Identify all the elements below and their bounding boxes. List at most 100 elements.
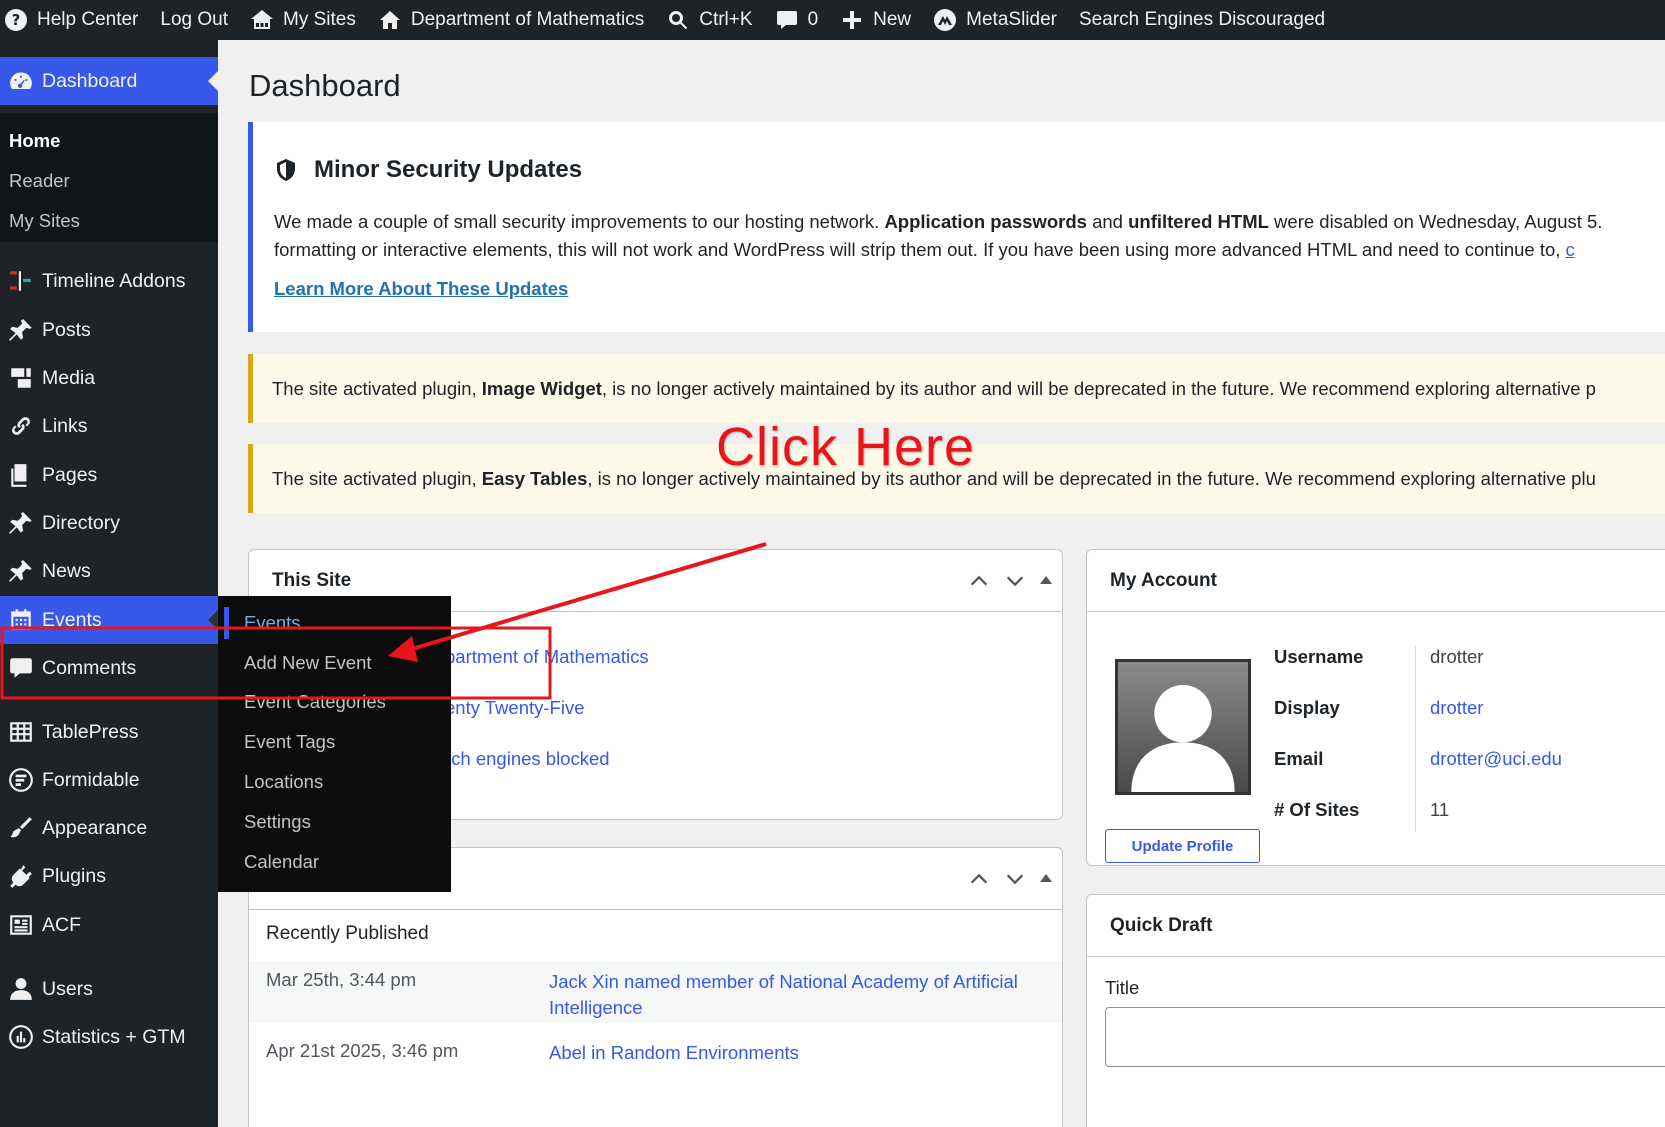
divider bbox=[1415, 646, 1416, 832]
search-button[interactable]: Ctrl+K bbox=[655, 0, 763, 40]
post-date: Apr 21st 2025, 3:46 pm bbox=[266, 1040, 459, 1061]
admin-bar: ? Help Center Log Out My Sites Departmen… bbox=[0, 0, 1665, 40]
main-content: Dashboard Minor Security Updates We made… bbox=[218, 40, 1665, 1127]
draft-title-input[interactable] bbox=[1105, 1007, 1665, 1067]
dashboard-submenu: Home Reader My Sites bbox=[0, 113, 218, 242]
home-icon bbox=[378, 8, 402, 32]
my-sites-icon bbox=[250, 8, 274, 32]
move-down-icon[interactable] bbox=[1004, 868, 1026, 890]
my-account-widget: My Account Username drotter Display drot… bbox=[1086, 549, 1665, 866]
email-label: Email bbox=[1274, 748, 1324, 769]
widget-controls bbox=[968, 868, 1052, 890]
flyout-item-add-new-event[interactable]: Add New Event bbox=[218, 643, 451, 683]
paintbrush-icon bbox=[0, 804, 42, 852]
sidebar-item-pages[interactable]: Pages bbox=[0, 451, 218, 499]
username-label: Username bbox=[1274, 646, 1364, 667]
flyout-item-event-tags[interactable]: Event Tags bbox=[218, 722, 451, 762]
table-icon bbox=[0, 708, 42, 756]
site-name-link[interactable]: Department of Mathematics bbox=[367, 0, 655, 40]
flyout-item-settings[interactable]: Settings bbox=[218, 802, 451, 842]
plugin-icon bbox=[0, 852, 42, 900]
sidebar-item-events[interactable]: Events bbox=[0, 596, 218, 644]
sidebar-item-users[interactable]: Users bbox=[0, 965, 218, 1013]
events-flyout-menu: Events Add New Event Event Categories Ev… bbox=[218, 596, 451, 892]
formidable-icon bbox=[0, 756, 42, 804]
flyout-item-events[interactable]: Events bbox=[218, 603, 451, 643]
statistics-icon bbox=[0, 1013, 42, 1061]
sidebar-item-timeline-addons[interactable]: Timeline Addons bbox=[0, 257, 218, 305]
notice-inline-link[interactable]: c bbox=[1566, 239, 1575, 260]
acf-icon bbox=[0, 901, 42, 949]
sidebar-item-formidable[interactable]: Formidable bbox=[0, 756, 218, 804]
username-value: drotter bbox=[1430, 646, 1484, 667]
collapse-icon[interactable] bbox=[1040, 874, 1052, 882]
sites-count-value: 11 bbox=[1430, 799, 1450, 820]
comment-icon bbox=[0, 644, 42, 692]
flyout-item-locations[interactable]: Locations bbox=[218, 762, 451, 802]
pushpin-icon bbox=[0, 306, 42, 354]
security-notice: Minor Security Updates We made a couple … bbox=[248, 122, 1665, 332]
quick-draft-widget: Quick Draft Title bbox=[1086, 894, 1665, 1127]
display-name-link[interactable]: drotter bbox=[1430, 697, 1483, 719]
sidebar-item-media[interactable]: Media bbox=[0, 354, 218, 402]
move-down-icon[interactable] bbox=[1004, 570, 1026, 592]
post-title-link[interactable]: Abel in Random Environments bbox=[549, 1040, 1039, 1066]
move-up-icon[interactable] bbox=[968, 570, 990, 592]
comment-icon bbox=[775, 8, 799, 32]
collapse-icon[interactable] bbox=[1040, 576, 1052, 584]
learn-more-link[interactable]: Learn More About These Updates bbox=[274, 278, 568, 300]
sidebar-item-tablepress[interactable]: TablePress bbox=[0, 708, 218, 756]
dashboard-icon bbox=[0, 57, 42, 105]
site-link-search-engines[interactable]: rch engines blocked bbox=[445, 748, 610, 770]
sidebar-item-directory[interactable]: Directory bbox=[0, 499, 218, 547]
notice-body: We made a couple of small security impro… bbox=[274, 211, 1603, 260]
sidebar-item-appearance[interactable]: Appearance bbox=[0, 804, 218, 852]
metaslider-icon bbox=[933, 8, 957, 32]
plugin-warning-image-widget: The site activated plugin, Image Widget,… bbox=[248, 354, 1665, 423]
email-link[interactable]: drotter@uci.edu bbox=[1430, 748, 1562, 770]
post-date: Mar 25th, 3:44 pm bbox=[266, 969, 417, 990]
site-link-theme[interactable]: enty Twenty-Five bbox=[445, 697, 585, 719]
sidebar-item-statistics[interactable]: Statistics + GTM bbox=[0, 1013, 218, 1061]
plus-icon bbox=[840, 8, 864, 32]
admin-sidebar: Dashboard Home Reader My Sites Timeline … bbox=[0, 40, 218, 1127]
my-sites-menu[interactable]: My Sites bbox=[239, 0, 367, 40]
logout-link[interactable]: Log Out bbox=[149, 0, 239, 40]
widget-header: My Account bbox=[1087, 550, 1665, 612]
widget-header: Quick Draft bbox=[1087, 895, 1665, 957]
help-icon: ? bbox=[4, 8, 28, 32]
search-icon bbox=[666, 8, 690, 32]
timeline-icon bbox=[0, 257, 42, 305]
move-up-icon[interactable] bbox=[968, 868, 990, 890]
sidebar-sub-reader[interactable]: Reader bbox=[0, 161, 218, 201]
calendar-icon bbox=[0, 596, 42, 644]
site-link-name[interactable]: partment of Mathematics bbox=[445, 646, 649, 668]
sidebar-item-comments[interactable]: Comments bbox=[0, 644, 218, 692]
sidebar-item-news[interactable]: News bbox=[0, 547, 218, 595]
comments-link[interactable]: 0 bbox=[764, 0, 830, 40]
sidebar-item-posts[interactable]: Posts bbox=[0, 306, 218, 354]
pages-icon bbox=[0, 451, 42, 499]
sidebar-sub-home[interactable]: Home bbox=[0, 121, 218, 161]
sidebar-item-links[interactable]: Links bbox=[0, 402, 218, 450]
flyout-item-event-categories[interactable]: Event Categories bbox=[218, 683, 451, 723]
click-here-annotation: Click Here bbox=[716, 417, 976, 477]
search-engines-status[interactable]: Search Engines Discouraged bbox=[1068, 0, 1336, 40]
user-silhouette-icon bbox=[1131, 684, 1235, 792]
pushpin-icon bbox=[0, 499, 42, 547]
sidebar-item-acf[interactable]: ACF bbox=[0, 901, 218, 949]
new-content-menu[interactable]: New bbox=[829, 0, 922, 40]
flyout-item-calendar[interactable]: Calendar bbox=[218, 842, 451, 882]
update-profile-button[interactable]: Update Profile bbox=[1105, 829, 1260, 863]
user-icon bbox=[0, 965, 42, 1013]
sidebar-sub-my-sites[interactable]: My Sites bbox=[0, 201, 218, 241]
recently-published-heading: Recently Published bbox=[266, 923, 429, 944]
shield-icon bbox=[277, 159, 295, 181]
svg-text:?: ? bbox=[12, 11, 21, 29]
sidebar-item-dashboard[interactable]: Dashboard bbox=[0, 57, 218, 105]
post-title-link[interactable]: Jack Xin named member of National Academ… bbox=[549, 969, 1039, 1021]
notice-title: Minor Security Updates bbox=[274, 156, 1665, 184]
help-center-link[interactable]: ? Help Center bbox=[0, 0, 149, 40]
metaslider-menu[interactable]: MetaSlider bbox=[922, 0, 1068, 40]
sidebar-item-plugins[interactable]: Plugins bbox=[0, 852, 218, 900]
